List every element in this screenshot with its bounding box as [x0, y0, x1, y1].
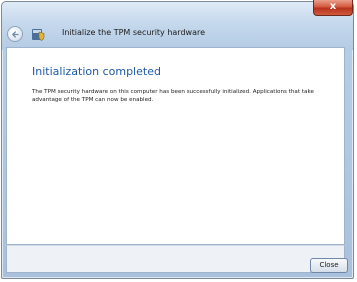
window-close-button[interactable]: x — [313, 0, 353, 16]
status-message: The TPM security hardware on this comput… — [32, 89, 314, 103]
command-area — [6, 245, 345, 273]
close-icon: x — [329, 1, 337, 12]
tpm-shield-icon — [32, 29, 45, 41]
back-button[interactable] — [7, 26, 23, 42]
back-arrow-icon — [12, 31, 19, 38]
title-bar — [2, 2, 353, 50]
page-heading: Initialization completed — [32, 65, 161, 78]
close-button[interactable]: Close — [310, 258, 348, 273]
window-title: Initialize the TPM security hardware — [62, 28, 206, 37]
